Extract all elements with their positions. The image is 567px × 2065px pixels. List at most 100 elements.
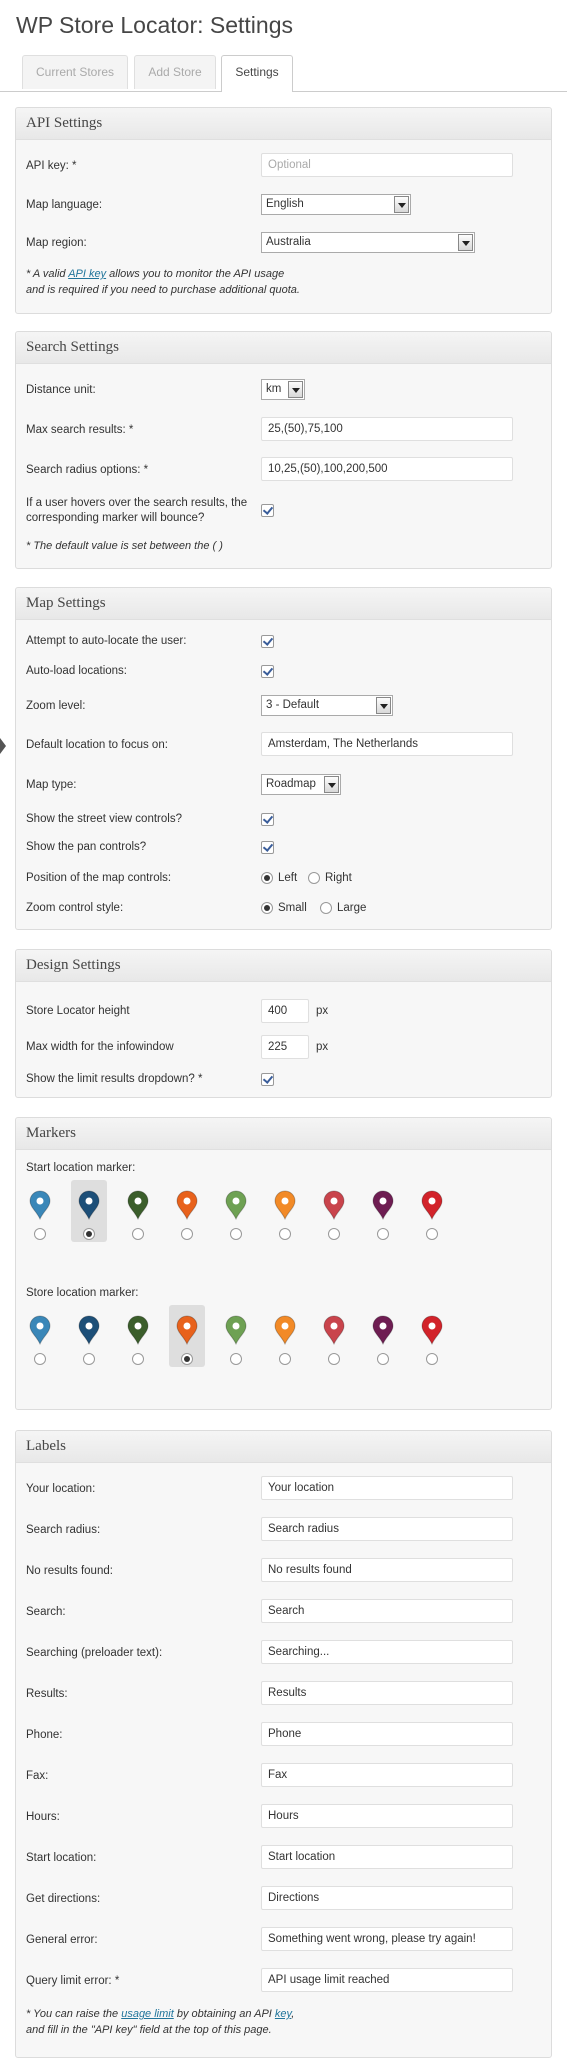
start-marker-radio[interactable] xyxy=(328,1228,340,1240)
position-right-radio[interactable] xyxy=(308,872,320,884)
panel-heading: Labels xyxy=(16,1431,551,1463)
usage-limit-link[interactable]: usage limit xyxy=(121,2008,174,2020)
label-row-name: General error: xyxy=(26,1934,98,1946)
distance-unit-select[interactable]: km xyxy=(261,379,305,400)
label-row-input[interactable]: Directions xyxy=(261,1886,513,1910)
autolocate-checkbox[interactable] xyxy=(261,635,274,648)
label-row-name: Results: xyxy=(26,1688,68,1700)
height-unit: px xyxy=(316,1005,329,1017)
page-title: WP Store Locator: Settings xyxy=(16,12,293,38)
street-view-checkbox[interactable] xyxy=(261,813,274,826)
store-marker-radio[interactable] xyxy=(181,1353,193,1365)
map-pin-icon[interactable] xyxy=(127,1315,149,1345)
start-marker-radio[interactable] xyxy=(34,1228,46,1240)
map-pin-icon[interactable] xyxy=(274,1190,296,1220)
store-marker-label: Store location marker: xyxy=(26,1287,139,1299)
map-pin-icon[interactable] xyxy=(323,1190,345,1220)
zoom-style-label: Zoom control style: xyxy=(26,902,124,914)
store-marker-radio[interactable] xyxy=(83,1353,95,1365)
store-marker-radio[interactable] xyxy=(377,1353,389,1365)
zoom-small-radio[interactable] xyxy=(261,902,273,914)
tab-bar: Current Stores Add Store Settings xyxy=(0,55,567,92)
limit-dropdown-checkbox[interactable] xyxy=(261,1073,274,1086)
store-marker-radio[interactable] xyxy=(230,1353,242,1365)
label-row-input[interactable]: Your location xyxy=(261,1476,513,1500)
search-radius-input[interactable]: 10,25,(50),100,200,500 xyxy=(261,457,513,481)
api-key-link[interactable]: API key xyxy=(68,268,106,280)
api-key-link[interactable]: key xyxy=(275,2008,291,2020)
start-marker-radio[interactable] xyxy=(132,1228,144,1240)
store-marker-radio[interactable] xyxy=(328,1353,340,1365)
infowindow-width-input[interactable]: 225 xyxy=(261,1035,309,1059)
start-marker-radio[interactable] xyxy=(181,1228,193,1240)
label-row-input[interactable]: Start location xyxy=(261,1845,513,1869)
max-results-label: Max search results: * xyxy=(26,424,134,436)
store-marker-radio[interactable] xyxy=(279,1353,291,1365)
map-pin-icon[interactable] xyxy=(225,1190,247,1220)
max-results-input[interactable]: 25,(50),75,100 xyxy=(261,417,513,441)
locator-height-input[interactable]: 400 xyxy=(261,999,309,1023)
label-row-input[interactable]: Searching... xyxy=(261,1640,513,1664)
map-pin-icon[interactable] xyxy=(372,1315,394,1345)
search-radius-label: Search radius options: * xyxy=(26,464,149,476)
store-marker-radio[interactable] xyxy=(426,1353,438,1365)
api-key-label: API key: * xyxy=(26,160,77,172)
labels-note-b: by obtaining an API xyxy=(173,2008,275,2020)
pan-controls-checkbox[interactable] xyxy=(261,841,274,854)
label-row-name: No results found: xyxy=(26,1565,113,1577)
zoom-large-radio[interactable] xyxy=(320,902,332,914)
store-marker-radio[interactable] xyxy=(34,1353,46,1365)
map-type-select[interactable]: Roadmap xyxy=(261,774,341,795)
panel-heading: Map Settings xyxy=(16,588,551,620)
start-marker-radio[interactable] xyxy=(279,1228,291,1240)
position-left-radio[interactable] xyxy=(261,872,273,884)
map-pin-icon[interactable] xyxy=(29,1315,51,1345)
label-row-input[interactable]: Phone xyxy=(261,1722,513,1746)
map-pin-icon[interactable] xyxy=(225,1315,247,1345)
label-row-input[interactable]: Fax xyxy=(261,1763,513,1787)
label-row-input[interactable]: Search radius xyxy=(261,1517,513,1541)
start-marker-radio[interactable] xyxy=(230,1228,242,1240)
api-key-input[interactable]: Optional xyxy=(261,153,513,177)
tab-current-stores[interactable]: Current Stores xyxy=(22,55,128,89)
map-settings-panel: Map Settings Attempt to auto-locate the … xyxy=(15,587,552,930)
map-pin-icon[interactable] xyxy=(78,1315,100,1345)
labels-note: * You can raise the usage limit by obtai… xyxy=(26,2006,294,2038)
search-note: * The default value is set between the (… xyxy=(26,540,223,552)
map-pin-icon[interactable] xyxy=(274,1315,296,1345)
map-pin-icon[interactable] xyxy=(421,1315,443,1345)
map-pin-icon[interactable] xyxy=(29,1190,51,1220)
start-marker-radio[interactable] xyxy=(83,1228,95,1240)
tab-settings[interactable]: Settings xyxy=(221,55,293,92)
label-row-name: Phone: xyxy=(26,1729,63,1741)
map-pin-icon[interactable] xyxy=(176,1190,198,1220)
label-row-input[interactable]: Search xyxy=(261,1599,513,1623)
map-pin-icon[interactable] xyxy=(323,1315,345,1345)
map-language-select[interactable]: English xyxy=(261,194,411,215)
marker-bounce-checkbox[interactable] xyxy=(261,504,274,517)
map-pin-icon[interactable] xyxy=(421,1190,443,1220)
position-left-label: Left xyxy=(278,872,298,884)
design-settings-panel: Design Settings Store Locator height 400… xyxy=(15,949,552,1098)
zoom-level-select[interactable]: 3 - Default xyxy=(261,695,393,716)
map-region-select[interactable]: Australia xyxy=(261,232,475,253)
map-pin-icon[interactable] xyxy=(78,1190,100,1220)
label-row-input[interactable]: No results found xyxy=(261,1558,513,1582)
autoload-checkbox[interactable] xyxy=(261,665,274,678)
start-marker-radio[interactable] xyxy=(377,1228,389,1240)
api-note-prefix: * A valid xyxy=(26,268,69,280)
label-row-input[interactable]: Results xyxy=(261,1681,513,1705)
collapse-arrow-icon[interactable] xyxy=(0,738,6,754)
label-row-input[interactable]: API usage limit reached xyxy=(261,1968,513,1992)
store-marker-radio[interactable] xyxy=(132,1353,144,1365)
start-marker-radio[interactable] xyxy=(426,1228,438,1240)
distance-unit-label: Distance unit: xyxy=(26,384,96,396)
chevron-down-icon xyxy=(376,697,391,714)
map-pin-icon[interactable] xyxy=(127,1190,149,1220)
map-pin-icon[interactable] xyxy=(372,1190,394,1220)
tab-add-store[interactable]: Add Store xyxy=(134,55,216,89)
default-location-input[interactable]: Amsterdam, The Netherlands xyxy=(261,732,513,756)
map-pin-icon[interactable] xyxy=(176,1315,198,1345)
label-row-input[interactable]: Hours xyxy=(261,1804,513,1828)
label-row-input[interactable]: Something went wrong, please try again! xyxy=(261,1927,513,1951)
